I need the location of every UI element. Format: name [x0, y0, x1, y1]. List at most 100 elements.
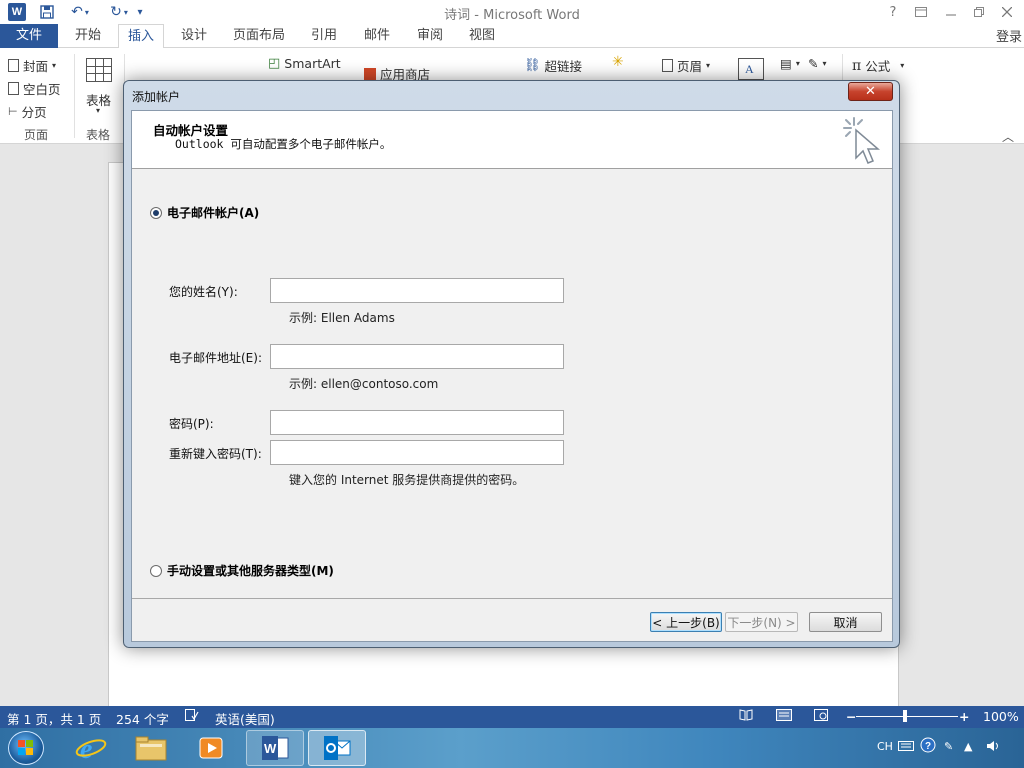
word-taskbar-icon: W: [262, 736, 289, 760]
text-box-icon[interactable]: A: [738, 58, 764, 80]
taskbar-word[interactable]: W: [246, 730, 304, 766]
tab-review[interactable]: 审阅: [408, 24, 452, 48]
start-button[interactable]: [8, 731, 44, 765]
table-dropdown-icon[interactable]: ▾: [96, 106, 100, 115]
media-player-icon: [199, 737, 223, 759]
page-count-status[interactable]: 第 1 页，共 1 页: [7, 709, 101, 728]
cancel-button[interactable]: 取消: [809, 612, 882, 632]
volume-icon[interactable]: [986, 740, 1002, 755]
svg-text:?: ?: [925, 741, 931, 752]
tab-design[interactable]: 设计: [172, 24, 216, 48]
manual-setup-radio[interactable]: 手动设置或其他服务器类型(M): [150, 562, 334, 579]
header-button[interactable]: 页眉 ▾: [662, 56, 710, 75]
hyperlink-icon: ⛓: [524, 58, 541, 73]
show-hidden-icons[interactable]: ▲: [964, 740, 972, 753]
close-window-icon[interactable]: [994, 2, 1020, 22]
smartart-button[interactable]: ◰ SmartArt: [268, 56, 341, 71]
app-store-icon: [364, 67, 376, 80]
retype-password-input[interactable]: [270, 440, 564, 465]
page-break-button[interactable]: ⊢ 分页: [8, 102, 47, 121]
signature-line-icon[interactable]: ✎ ▾: [808, 56, 827, 71]
email-label: 电子邮件地址(E):: [169, 351, 262, 365]
tab-references[interactable]: 引用: [302, 24, 346, 48]
header-icon: [662, 59, 673, 72]
tab-mailings[interactable]: 邮件: [356, 24, 398, 48]
internet-explorer-icon: e: [75, 734, 107, 763]
blank-page-label: 空白页: [23, 82, 61, 97]
dialog-title: 添加帐户: [132, 90, 181, 104]
taskbar-outlook[interactable]: [308, 730, 366, 766]
header-subtitle: Outlook 可自动配置多个电子邮件帐户。: [175, 137, 392, 151]
ribbon-display-options-icon[interactable]: [908, 2, 934, 22]
password-input[interactable]: [270, 410, 564, 435]
login-link[interactable]: 登录: [996, 26, 1022, 45]
windows-logo-icon: [18, 740, 33, 755]
pi-icon: π: [852, 57, 862, 74]
cover-page-button[interactable]: 封面 ▾: [8, 56, 56, 75]
table-icon[interactable]: [86, 58, 112, 82]
pen-tray-icon[interactable]: ✎: [944, 740, 953, 753]
header-label: 页眉: [677, 59, 703, 74]
back-button[interactable]: < 上一步(B): [650, 612, 722, 632]
name-input[interactable]: [270, 278, 564, 303]
hyperlink-label: 超链接: [544, 59, 583, 74]
comment-icon[interactable]: ✳: [612, 54, 624, 70]
folder-icon: [135, 736, 167, 761]
page-break-label: 分页: [21, 105, 47, 120]
outlook-taskbar-icon: [324, 736, 351, 760]
help-tray-icon[interactable]: ?: [920, 737, 936, 756]
taskbar-media-player[interactable]: [182, 730, 240, 766]
email-account-radio-label: 电子邮件帐户(A): [167, 206, 260, 220]
tab-file[interactable]: 文件: [0, 24, 58, 48]
collapse-ribbon-icon[interactable]: ︿: [1002, 128, 1014, 145]
blank-page-button[interactable]: 空白页: [8, 79, 61, 98]
hyperlink-button[interactable]: ⛓ 超链接: [524, 56, 582, 75]
tab-insert[interactable]: 插入: [118, 24, 164, 49]
minimize-icon[interactable]: [938, 2, 964, 22]
email-account-radio[interactable]: 电子邮件帐户(A): [150, 204, 259, 221]
status-bar: 第 1 页，共 1 页 254 个字 英语(美国) − + 100%: [0, 706, 1024, 728]
word-count-status[interactable]: 254 个字: [116, 709, 169, 728]
read-mode-icon[interactable]: [739, 709, 753, 724]
dialog-header: 自动帐户设置 Outlook 可自动配置多个电子邮件帐户。: [132, 111, 892, 169]
web-layout-icon[interactable]: [814, 709, 828, 724]
input-method-indicator[interactable]: CH: [877, 740, 893, 753]
svg-text:W: W: [264, 741, 277, 756]
equation-label: 公式: [865, 59, 891, 74]
print-layout-icon[interactable]: [776, 709, 792, 724]
tab-page-layout[interactable]: 页面布局: [226, 24, 292, 48]
radio-unselected-icon: [150, 564, 162, 577]
svg-text:e: e: [80, 734, 92, 763]
footer-divider: [132, 598, 892, 599]
radio-selected-icon: [150, 206, 162, 219]
windows-taskbar: e W CH ? ✎ ▲: [0, 728, 1024, 768]
language-status[interactable]: 英语(美国): [215, 709, 275, 728]
ribbon-separator: [74, 54, 75, 138]
add-account-dialog: 添加帐户 ✕ 自动帐户设置 Outlook 可自动配置多个电子邮件帐户。 电子邮…: [123, 80, 900, 648]
proofing-icon[interactable]: [185, 709, 199, 724]
cover-page-label: 封面: [23, 59, 49, 74]
zoom-in-icon[interactable]: +: [959, 709, 969, 724]
restore-icon[interactable]: [966, 2, 992, 22]
email-hint: 示例: ellen@contoso.com: [289, 377, 439, 391]
tab-view[interactable]: 视图: [460, 24, 504, 48]
tab-home[interactable]: 开始: [66, 24, 110, 48]
cover-page-icon: [8, 59, 19, 72]
email-input[interactable]: [270, 344, 564, 369]
zoom-slider-track[interactable]: [856, 716, 958, 717]
keyboard-icon[interactable]: [898, 740, 914, 755]
group-label-pages: 页面: [24, 128, 49, 142]
zoom-out-icon[interactable]: −: [846, 709, 856, 724]
zoom-level[interactable]: 100%: [983, 709, 1019, 724]
taskbar-internet-explorer[interactable]: e: [62, 730, 120, 766]
equation-button[interactable]: π 公式 ▾: [852, 56, 904, 75]
zoom-slider-thumb[interactable]: [903, 710, 907, 722]
name-hint: 示例: Ellen Adams: [289, 311, 395, 325]
dialog-close-button[interactable]: ✕: [848, 82, 893, 101]
name-label: 您的姓名(Y):: [169, 285, 238, 299]
next-button[interactable]: 下一步(N) >: [725, 612, 798, 632]
quick-parts-icon[interactable]: ▤ ▾: [780, 56, 800, 71]
taskbar-file-explorer[interactable]: [122, 730, 180, 766]
help-button[interactable]: ?: [880, 2, 906, 22]
blank-page-icon: [8, 82, 19, 95]
